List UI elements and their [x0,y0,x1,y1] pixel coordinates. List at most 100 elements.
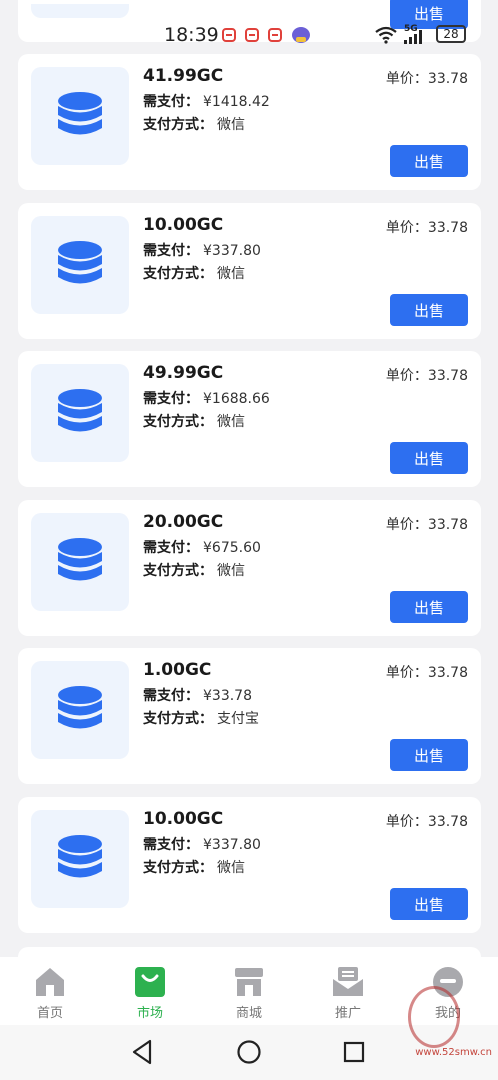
order-card: 10.00GC 需支付： ¥337.80 支付方式： 微信 单价：33.78 出售 [18,203,481,339]
order-card: 49.99GC 需支付： ¥1688.66 支付方式： 微信 单价：33.78 出售 [18,351,481,487]
coin-stack-icon [58,389,102,432]
sell-button[interactable]: 出售 [390,294,468,326]
sell-button[interactable]: 出售 [390,888,468,920]
unit-price-value: 33.78 [427,368,468,384]
unit-price: 单价：33.78 [386,514,468,534]
payment-method-row: 支付方式： 支付宝 [143,708,259,728]
signal-icon [404,30,422,44]
store-icon [235,968,263,996]
coin-thumbnail [31,661,129,759]
payment-amount-label: 需支付： [143,688,199,704]
tab-profile[interactable]: 我的 [408,957,488,1025]
payment-amount-label: 需支付： [143,94,199,110]
coin-thumbnail [31,364,129,462]
payment-amount-value: ¥1688.66 [203,391,270,407]
payment-method-value: 微信 [217,860,245,876]
tab-market[interactable]: 市场 [110,957,190,1025]
unit-price: 单价：33.78 [386,68,468,88]
order-card: 20.00GC 需支付： ¥675.60 支付方式： 微信 单价：33.78 出售 [18,500,481,636]
payment-method-row: 支付方式： 微信 [143,857,245,877]
gc-amount: 10.00GC [143,809,224,829]
payment-amount-value: ¥1418.42 [203,94,270,110]
unit-price-value: 33.78 [427,814,468,830]
unit-price-label: 单价： [385,814,428,830]
unit-price: 单价：33.78 [386,365,468,385]
payment-method-row: 支付方式： 微信 [143,263,245,283]
unit-price-value: 33.78 [427,220,468,236]
notification-icon [222,28,236,42]
unit-price-value: 33.78 [427,665,468,681]
wifi-icon [375,26,397,44]
sell-button[interactable]: 出售 [390,739,468,771]
battery-indicator: 28 [436,25,466,43]
status-bar: 18:39 5G 28 [0,24,498,50]
shopping-bag-icon [135,967,165,997]
coin-stack-icon [58,538,102,581]
payment-method-label: 支付方式： [143,414,213,430]
unit-price-label: 单价： [385,220,428,236]
coin-thumbnail [31,67,129,165]
gc-amount: 20.00GC [143,512,224,532]
payment-amount-row: 需支付： ¥337.80 [143,834,261,854]
coin-thumbnail [31,810,129,908]
unit-price-value: 33.78 [427,517,468,533]
payment-method-label: 支付方式： [143,711,213,727]
gc-amount: 1.00GC [143,660,212,680]
order-card: 1.00GC 需支付： ¥33.78 支付方式： 支付宝 单价：33.78 出售 [18,648,481,784]
notification-icon [245,28,259,42]
sell-button[interactable]: 出售 [390,442,468,474]
payment-method-value: 支付宝 [217,711,259,727]
gc-amount: 10.00GC [143,215,224,235]
payment-amount-label: 需支付： [143,243,199,259]
tab-label: 首页 [36,1006,63,1021]
status-time: 18:39 [164,24,219,46]
payment-amount-value: ¥675.60 [203,540,261,556]
payment-method-row: 支付方式： 微信 [143,114,245,134]
tab-store[interactable]: 商城 [209,957,289,1025]
gc-amount: 49.99GC [143,363,224,383]
coin-stack-icon [58,686,102,729]
order-card: 41.99GC 需支付： ¥1418.42 支付方式： 微信 单价：33.78 出售 [18,54,481,190]
home-nav-icon[interactable] [234,1037,264,1067]
gc-amount: 41.99GC [143,66,224,86]
payment-amount-row: 需支付： ¥1688.66 [143,388,270,408]
unit-price-value: 33.78 [427,71,468,87]
system-nav-bar [0,1025,498,1080]
payment-method-value: 微信 [217,117,245,133]
tab-label: 我的 [434,1006,461,1021]
coin-stack-icon [58,241,102,284]
payment-method-label: 支付方式： [143,266,213,282]
tab-label: 推广 [334,1006,361,1021]
payment-method-value: 微信 [217,266,245,282]
back-icon[interactable] [128,1037,158,1067]
profile-icon [433,967,463,997]
coin-stack-icon [58,92,102,135]
payment-amount-label: 需支付： [143,391,199,407]
payment-amount-value: ¥337.80 [203,243,261,259]
bottom-tab-bar: 首页 市场 商城 推广 我的 [0,957,498,1025]
unit-price-label: 单价： [385,368,428,384]
coin-stack-icon [58,835,102,878]
coin-thumbnail [31,4,129,18]
payment-method-label: 支付方式： [143,117,213,133]
coin-thumbnail [31,216,129,314]
payment-amount-label: 需支付： [143,837,199,853]
unit-price-label: 单价： [385,517,428,533]
payment-method-label: 支付方式： [143,860,213,876]
sell-button[interactable]: 出售 [390,145,468,177]
tab-home[interactable]: 首页 [10,957,90,1025]
notification-icon [268,28,282,42]
recents-icon[interactable] [339,1037,369,1067]
coin-thumbnail [31,513,129,611]
payment-method-value: 微信 [217,563,245,579]
payment-amount-row: 需支付： ¥337.80 [143,240,261,260]
tab-promote[interactable]: 推广 [308,957,388,1025]
app-notification-icon [292,27,310,43]
payment-method-value: 微信 [217,414,245,430]
tab-label: 市场 [136,1006,163,1021]
payment-amount-row: 需支付： ¥1418.42 [143,91,270,111]
unit-price: 单价：33.78 [386,662,468,682]
payment-method-label: 支付方式： [143,563,213,579]
unit-price: 单价：33.78 [386,811,468,831]
sell-button[interactable]: 出售 [390,591,468,623]
